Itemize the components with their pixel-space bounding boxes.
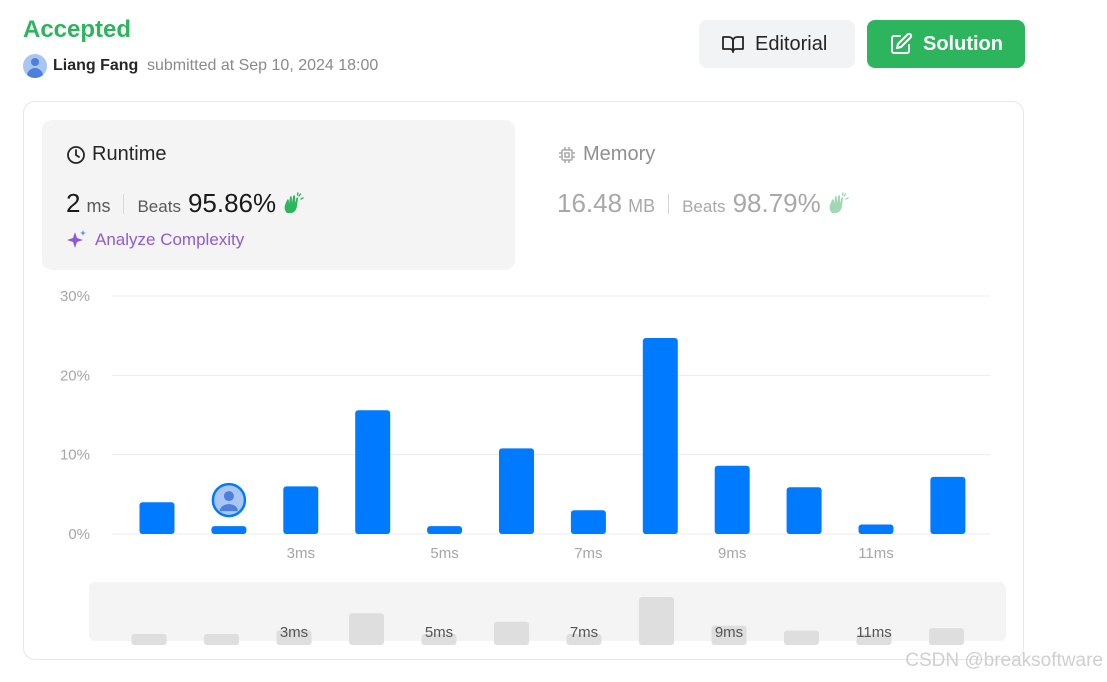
chip-icon (559, 146, 575, 163)
runtime-bar[interactable] (858, 524, 894, 534)
mini-bar (494, 621, 529, 645)
runtime-bar[interactable] (211, 526, 247, 534)
runtime-unit: ms (86, 196, 111, 216)
runtime-bar[interactable] (499, 448, 534, 534)
runtime-distribution-chart: 0% 10% 20% 30% 3ms 5ms 7ms 9ms 11ms 3ms 5ms 7ms 9ms 1… (60, 288, 1006, 645)
runtime-bar[interactable] (714, 465, 750, 534)
runtime-stats: 2 ms Beats 95.86% (66, 188, 305, 219)
runtime-bar[interactable] (786, 487, 822, 534)
mini-bar (929, 628, 964, 645)
mini-bar (639, 597, 674, 645)
x-tick-label: 5ms (430, 545, 458, 562)
y-tick-label: 30% (60, 288, 90, 305)
memory-title[interactable]: Memory (557, 143, 655, 166)
mini-bar (204, 634, 239, 645)
runtime-value: 2 (66, 188, 81, 218)
clapping-hands-icon (829, 191, 849, 213)
y-tick-label: 10% (60, 447, 90, 464)
mini-tick-label: 11ms (856, 624, 892, 641)
divider (668, 193, 670, 214)
x-tick-label: 11ms (858, 545, 894, 562)
runtime-beats-percent: 95.86% (187, 188, 277, 218)
y-tick-label: 20% (60, 367, 90, 384)
analyze-complexity-link[interactable]: Analyze Complexity (66, 229, 244, 251)
mini-tick-label: 5ms (425, 624, 453, 641)
edit-icon (891, 32, 913, 54)
memory-beats-percent: 98.79% (732, 188, 821, 218)
y-tick-label: 0% (68, 526, 90, 543)
watermark: CSDN @breaksoftware (905, 650, 1103, 671)
user-avatar[interactable] (23, 54, 47, 78)
runtime-bar[interactable] (283, 486, 319, 534)
memory-value: 16.48 (557, 188, 623, 218)
runtime-bar[interactable] (570, 510, 606, 534)
memory-title-label: Memory (583, 143, 656, 165)
book-open-icon (722, 36, 744, 53)
mini-tick-label: 7ms (570, 624, 598, 641)
status-accepted: Accepted (23, 16, 132, 43)
runtime-bar[interactable] (427, 526, 463, 534)
editorial-label: Editorial (755, 32, 828, 55)
runtime-bar[interactable] (642, 338, 678, 534)
clapping-hands-icon (284, 191, 304, 213)
mini-tick-label: 3ms (280, 624, 308, 641)
analyze-complexity-label: Analyze Complexity (95, 230, 245, 249)
divider (123, 193, 125, 214)
mini-bar (349, 613, 384, 645)
runtime-bar[interactable] (930, 476, 966, 534)
memory-stats: 16.48 MB Beats 98.79% (557, 188, 850, 219)
runtime-title: Runtime (66, 143, 166, 166)
runtime-bar[interactable] (139, 502, 175, 534)
mini-bar (131, 633, 167, 645)
x-tick-label: 3ms (287, 545, 315, 562)
runtime-bar[interactable] (355, 410, 391, 534)
clock-icon (67, 145, 85, 164)
user-name-link[interactable]: Liang Fang (53, 57, 138, 75)
sparkle-icon (67, 230, 86, 248)
solution-button[interactable]: Solution (867, 20, 1025, 68)
submitted-time: submitted at Sep 10, 2024 18:00 (147, 57, 379, 74)
solution-label: Solution (923, 32, 1003, 55)
x-tick-label: 7ms (574, 545, 602, 562)
memory-beats-label: Beats (682, 197, 726, 216)
editorial-button[interactable]: Editorial (699, 20, 855, 68)
runtime-title-label: Runtime (92, 143, 167, 165)
mini-tick-label: 9ms (715, 624, 743, 641)
avatar-icon (223, 491, 234, 502)
mini-bar (784, 630, 819, 645)
memory-unit: MB (628, 196, 656, 216)
x-tick-label: 9ms (718, 545, 746, 562)
runtime-beats-label: Beats (137, 197, 181, 216)
